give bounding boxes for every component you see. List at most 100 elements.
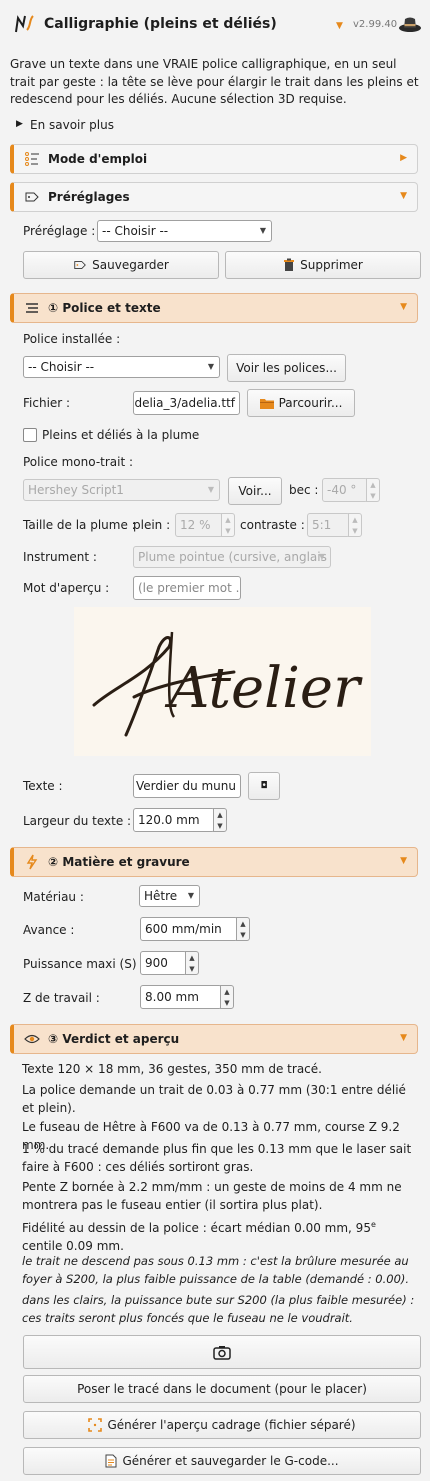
section-verdict[interactable]: ③ Verdict et aperçu ▼: [10, 1024, 418, 1054]
preview-word-text: Atelier: [164, 656, 363, 721]
framing-preview-button[interactable]: Générer l'aperçu cadrage (fichier séparé…: [23, 1411, 421, 1439]
material-value: Hêtre: [144, 889, 178, 903]
instrument-select[interactable]: Plume pointue (cursive, anglais ▼: [133, 546, 331, 568]
intro-text: Grave un texte dans une VRAIE police cal…: [10, 57, 419, 106]
hat-icon[interactable]: [398, 14, 422, 34]
section-label: ③ Verdict et aperçu: [48, 1032, 180, 1046]
view-label: Voir...: [238, 484, 272, 498]
panel-title: Calligraphie (pleins et déliés): [44, 16, 277, 32]
mono-font-value: Hershey Script1: [28, 483, 124, 497]
text-width-spinner[interactable]: ▲ ▼: [213, 808, 227, 832]
lightning-icon: [26, 854, 38, 870]
generate-gcode-label: Générer et sauvegarder le G-code...: [122, 1454, 339, 1468]
nib-angle-spinner[interactable]: ▲ ▼: [366, 478, 380, 502]
material-select[interactable]: Hêtre ▼: [139, 885, 200, 907]
fidelity-sup: e: [370, 1220, 376, 1229]
contrast-label: contraste :: [240, 518, 305, 532]
installed-font-label: Police installée :: [23, 332, 121, 346]
panel-header: Calligraphie (pleins et déliés) ▼ v2.99.…: [0, 0, 430, 50]
power-field[interactable]: 900: [140, 951, 187, 975]
expand-triangle-icon[interactable]: ▶: [16, 119, 23, 129]
z-spinner[interactable]: ▲ ▼: [220, 985, 234, 1009]
chevron-down-icon: ▼: [187, 891, 194, 900]
contrast-spinner[interactable]: ▲ ▼: [348, 513, 362, 537]
delete-label: Supprimer: [300, 258, 363, 272]
version-dropdown-icon[interactable]: ▼: [336, 21, 343, 31]
full-field[interactable]: 12 %: [175, 513, 223, 537]
text-value: u Verdier du munu: [133, 779, 236, 793]
preset-value: -- Choisir --: [102, 224, 169, 238]
font-preview: Atelier: [74, 607, 371, 756]
preview-word-placeholder: (le premier mot ...: [138, 581, 241, 595]
file-label: Fichier :: [23, 396, 71, 410]
collapsed-arrow-icon: ▶: [400, 153, 407, 163]
align-text-icon: [26, 303, 38, 313]
full-spinner[interactable]: ▲ ▼: [221, 513, 235, 537]
view-mono-button[interactable]: Voir...: [228, 477, 282, 505]
file-path-field[interactable]: /adelia_3/adelia.ttf: [133, 391, 240, 415]
chevron-down-icon: ▼: [207, 362, 214, 371]
contrast-value: 5:1: [312, 518, 332, 532]
tag-icon: [25, 192, 39, 202]
power-spinner[interactable]: ▲ ▼: [185, 951, 199, 975]
delete-preset-button[interactable]: Supprimer: [225, 251, 421, 279]
file-path-value: /adelia_3/adelia.ttf: [133, 396, 235, 410]
section-font-text[interactable]: ① Police et texte ▼: [10, 293, 418, 323]
view-fonts-label: Voir les polices...: [236, 361, 337, 375]
text-field[interactable]: u Verdier du munu: [133, 774, 241, 798]
place-trace-button[interactable]: Poser le tracé dans le document (pour le…: [23, 1375, 421, 1403]
generate-gcode-button[interactable]: Générer et sauvegarder le G-code...: [23, 1447, 421, 1475]
mono-font-select[interactable]: Hershey Script1 ▼: [23, 479, 220, 501]
pen-checkbox-label[interactable]: Pleins et déliés à la plume: [42, 428, 199, 442]
calligraphy-preview-image: Atelier: [92, 631, 363, 737]
verdict-line: 1 % du tracé demande plus fin que les 0.…: [22, 1142, 412, 1174]
power-value: 900: [145, 956, 168, 970]
z-value: 8.00 mm: [145, 990, 199, 1004]
feed-field[interactable]: 600 mm/min: [140, 917, 238, 941]
nib-angle-value: -40 °: [327, 483, 357, 497]
verdict-fidelity-line: Fidélité au dessin de la police : écart …: [22, 1216, 420, 1255]
pen-checkbox[interactable]: [23, 428, 37, 442]
section-presets[interactable]: Préréglages ▼: [10, 182, 418, 212]
snapshot-button[interactable]: [23, 1335, 421, 1369]
view-fonts-button[interactable]: Voir les polices...: [227, 354, 346, 382]
expanded-arrow-icon: ▼: [400, 191, 407, 201]
verdict-line: Pente Z bornée à 2.2 mm/mm : un geste de…: [22, 1180, 402, 1212]
save-label: Sauvegarder: [92, 258, 169, 272]
framing-preview-label: Générer l'aperçu cadrage (fichier séparé…: [107, 1418, 356, 1432]
save-preset-button[interactable]: Sauvegarder: [23, 251, 219, 279]
text-width-field[interactable]: 120.0 mm: [133, 808, 215, 832]
learn-more-link[interactable]: En savoir plus: [30, 118, 114, 132]
tag-icon: [74, 261, 87, 269]
installed-font-select[interactable]: -- Choisir -- ▼: [23, 356, 220, 378]
verdict-note: dans les clairs, la puissance bute sur S…: [22, 1293, 415, 1325]
verdict-note: le trait ne descend pas sous 0.13 mm : c…: [22, 1254, 410, 1286]
nib-angle-field[interactable]: -40 °: [322, 478, 368, 502]
z-field[interactable]: 8.00 mm: [140, 985, 222, 1009]
text-edit-button[interactable]: ◘: [248, 772, 280, 800]
section-mode-emploi[interactable]: Mode d'emploi ▶: [10, 144, 418, 174]
verdict-line: La police demande un trait de 0.03 à 0.7…: [22, 1083, 406, 1115]
section-label: Mode d'emploi: [48, 152, 148, 166]
instrument-value: Plume pointue (cursive, anglais: [138, 550, 327, 564]
full-value: 12 %: [180, 518, 211, 532]
verdict-line: Texte 120 × 18 mm, 36 gestes, 350 mm de …: [22, 1062, 322, 1076]
feed-spinner[interactable]: ▲ ▼: [236, 917, 250, 941]
power-label: Puissance maxi (S) :: [23, 957, 145, 971]
expanded-arrow-icon: ▼: [400, 856, 407, 866]
instrument-label: Instrument :: [23, 550, 97, 564]
preset-select[interactable]: -- Choisir -- ▼: [97, 220, 272, 242]
text-label: Texte :: [23, 779, 63, 793]
contrast-field[interactable]: 5:1: [307, 513, 350, 537]
eye-icon: [24, 1034, 40, 1044]
section-label: ① Police et texte: [48, 301, 161, 315]
material-label: Matériau :: [23, 890, 84, 904]
chevron-down-icon: ▼: [207, 485, 214, 494]
expanded-arrow-icon: ▼: [400, 1033, 407, 1043]
preview-word-field[interactable]: (le premier mot ...: [133, 576, 241, 600]
section-material[interactable]: ② Matière et gravure ▼: [10, 847, 418, 877]
pen-size-label: Taille de la plume :: [23, 518, 136, 532]
browse-button[interactable]: Parcourir...: [247, 389, 355, 417]
full-label: plein :: [133, 518, 171, 532]
frame-icon: [88, 1418, 103, 1432]
